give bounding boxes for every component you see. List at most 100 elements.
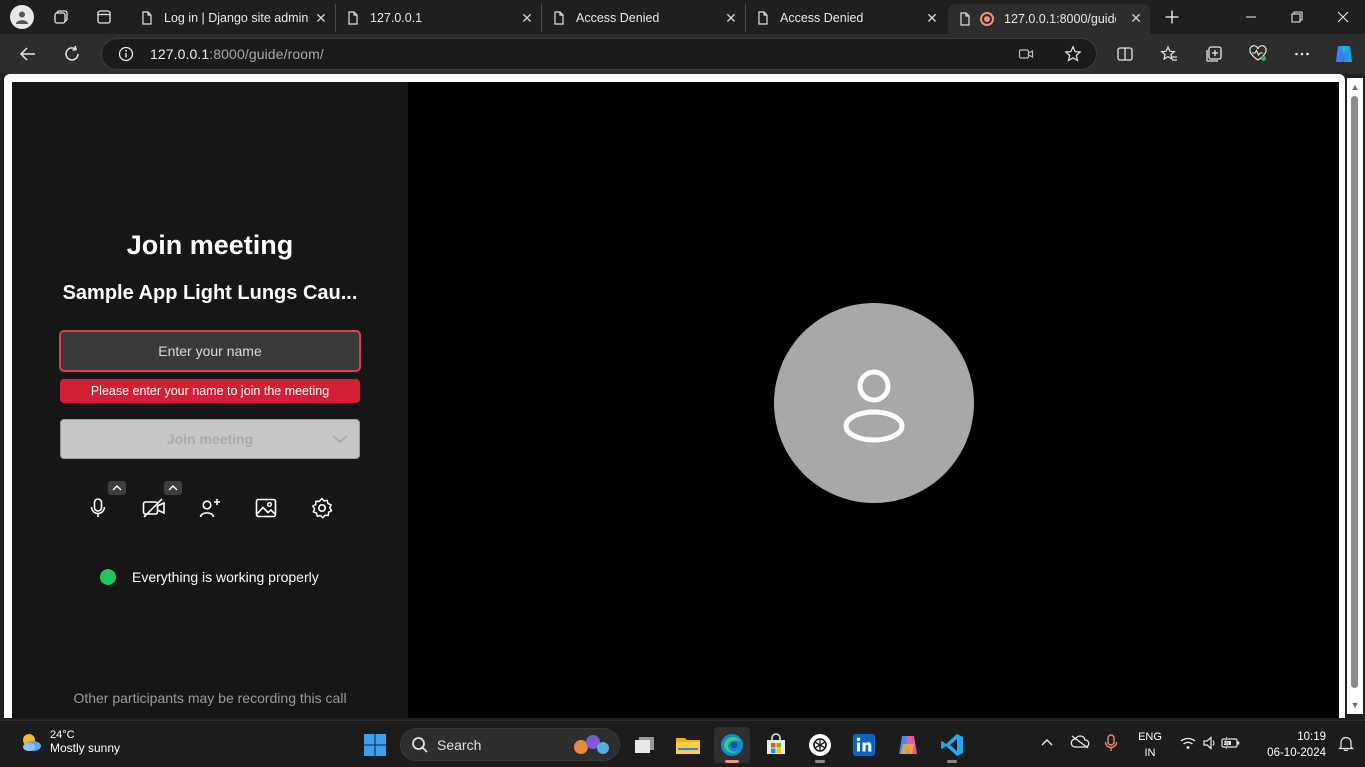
back-button[interactable] xyxy=(14,40,42,68)
tab-title: 127.0.0.1 xyxy=(370,11,423,25)
minimize-button[interactable] xyxy=(1228,0,1274,34)
meeting-name: Sample App Light Lungs Cau... xyxy=(62,282,358,304)
collections-button[interactable] xyxy=(1200,40,1228,68)
tab-localhost[interactable]: 127.0.0.1 ✕ xyxy=(336,4,542,32)
profile-avatar[interactable] xyxy=(10,5,34,29)
close-icon[interactable]: ✕ xyxy=(723,10,739,26)
recording-icon xyxy=(980,12,994,26)
show-hidden-icons-button[interactable] xyxy=(1040,735,1054,752)
search-icon xyxy=(412,736,428,753)
split-screen-icon xyxy=(1117,47,1133,61)
name-input[interactable] xyxy=(59,330,361,372)
invite-button[interactable] xyxy=(194,492,226,524)
join-panel: Join meeting Sample App Light Lungs Cau.… xyxy=(12,82,408,718)
weather-widget[interactable]: 24°C Mostly sunny xyxy=(18,729,120,755)
recording-notice: Other participants may be recording this… xyxy=(73,690,347,706)
tab-actions-button[interactable] xyxy=(87,0,121,34)
person-icon xyxy=(16,11,28,24)
camera-permission-icon[interactable] xyxy=(1018,46,1034,62)
scroll-thumb[interactable] xyxy=(1351,96,1358,688)
language-indicator[interactable]: ENG IN xyxy=(1136,729,1164,761)
tab-strip: Log in | Django site admin ✕ 127.0.0.1 ✕… xyxy=(0,0,1365,34)
tab-title: Access Denied xyxy=(780,11,864,25)
copilot-icon xyxy=(899,736,917,754)
notifications-button[interactable] xyxy=(1338,735,1354,754)
address-bar[interactable]: 127.0.0.1:8000/guide/room/ xyxy=(101,38,1097,70)
tab-guide-room[interactable]: 127.0.0.1:8000/guide/ ✕ xyxy=(948,4,1150,34)
linkedin-icon xyxy=(853,734,875,756)
store-button[interactable] xyxy=(758,727,794,763)
close-icon[interactable]: ✕ xyxy=(313,10,329,26)
new-tab-button[interactable] xyxy=(1155,0,1189,34)
copilot-button[interactable] xyxy=(1330,40,1358,68)
edge-button[interactable] xyxy=(714,727,750,763)
close-icon[interactable]: ✕ xyxy=(519,10,535,26)
close-window-button[interactable] xyxy=(1320,0,1365,34)
microphone-button[interactable] xyxy=(82,492,114,524)
weather-condition: Mostly sunny xyxy=(50,741,121,755)
chevron-down-icon[interactable] xyxy=(331,431,349,447)
microphone-in-use-button[interactable] xyxy=(1104,734,1118,755)
weather-icon xyxy=(23,734,41,751)
browser-essentials-button[interactable] xyxy=(1244,40,1272,68)
restore-button[interactable] xyxy=(1274,0,1320,34)
search-label: Search xyxy=(437,736,482,753)
split-screen-button[interactable] xyxy=(1111,40,1139,68)
camera-off-icon xyxy=(142,498,165,518)
background-button[interactable] xyxy=(250,492,282,524)
onedrive-button[interactable] xyxy=(1070,735,1090,752)
microphone-options-button[interactable] xyxy=(108,481,126,495)
close-icon[interactable]: ✕ xyxy=(924,10,940,26)
start-button[interactable] xyxy=(357,727,393,763)
clock[interactable]: 10:19 06-10-2024 xyxy=(1256,729,1326,761)
reload-button[interactable] xyxy=(58,40,86,68)
settings-more-button[interactable] xyxy=(1288,40,1316,68)
workspaces-button[interactable] xyxy=(45,0,79,34)
status-text: Everything is working properly xyxy=(132,569,319,585)
tab-django-admin[interactable]: Log in | Django site admin ✕ xyxy=(130,4,336,32)
scroll-down-icon[interactable]: ▼ xyxy=(1350,700,1360,710)
file-explorer-button[interactable] xyxy=(670,727,706,763)
join-meeting-button[interactable]: Join meeting xyxy=(60,419,360,459)
participant-avatar xyxy=(774,303,974,503)
settings-button[interactable] xyxy=(306,492,338,524)
running-app-indicator xyxy=(947,760,957,763)
connection-status: Everything is working properly xyxy=(100,569,319,585)
tab-access-denied-1[interactable]: Access Denied ✕ xyxy=(542,4,746,32)
add-person-icon xyxy=(199,499,220,518)
status-ok-indicator xyxy=(100,569,116,585)
copilot-icon xyxy=(1336,46,1352,62)
restore-icon xyxy=(1291,11,1303,23)
chatgpt-button[interactable] xyxy=(802,727,838,763)
chevron-up-icon xyxy=(168,485,178,491)
reload-icon xyxy=(65,45,79,61)
close-icon[interactable]: ✕ xyxy=(1128,10,1144,26)
language-code: ENG xyxy=(1138,731,1162,743)
linkedin-button[interactable] xyxy=(846,727,882,763)
gear-icon xyxy=(312,497,333,519)
scroll-up-icon[interactable]: ▲ xyxy=(1350,82,1360,92)
plus-icon xyxy=(1165,10,1179,24)
chevron-up-icon xyxy=(112,485,122,491)
page-scrollbar[interactable]: ▲ ▼ xyxy=(1347,78,1363,714)
edge-icon xyxy=(721,734,743,756)
star-icon[interactable] xyxy=(1064,45,1082,63)
active-app-indicator xyxy=(725,760,739,763)
vscode-button[interactable] xyxy=(934,727,970,763)
tab-access-denied-2[interactable]: Access Denied ✕ xyxy=(746,4,946,32)
taskbar-search[interactable]: Search xyxy=(400,728,620,761)
camera-button[interactable] xyxy=(138,492,170,524)
windows-icon xyxy=(364,734,386,756)
clock-date: 06-10-2024 xyxy=(1267,747,1326,759)
info-icon[interactable] xyxy=(118,46,134,62)
taskbar: 24°C Mostly sunny Search ENG IN 10:19 06… xyxy=(0,720,1365,767)
copilot-app-button[interactable] xyxy=(890,727,926,763)
vscode-icon xyxy=(941,734,963,756)
camera-options-button[interactable] xyxy=(164,481,182,495)
arrow-left-icon xyxy=(19,47,35,61)
collections-icon xyxy=(1206,46,1222,62)
network-volume-battery[interactable] xyxy=(1180,735,1244,754)
browser-toolbar: 127.0.0.1:8000/guide/room/ xyxy=(0,34,1365,74)
favorites-button[interactable] xyxy=(1155,40,1183,68)
task-view-button[interactable] xyxy=(627,727,663,763)
